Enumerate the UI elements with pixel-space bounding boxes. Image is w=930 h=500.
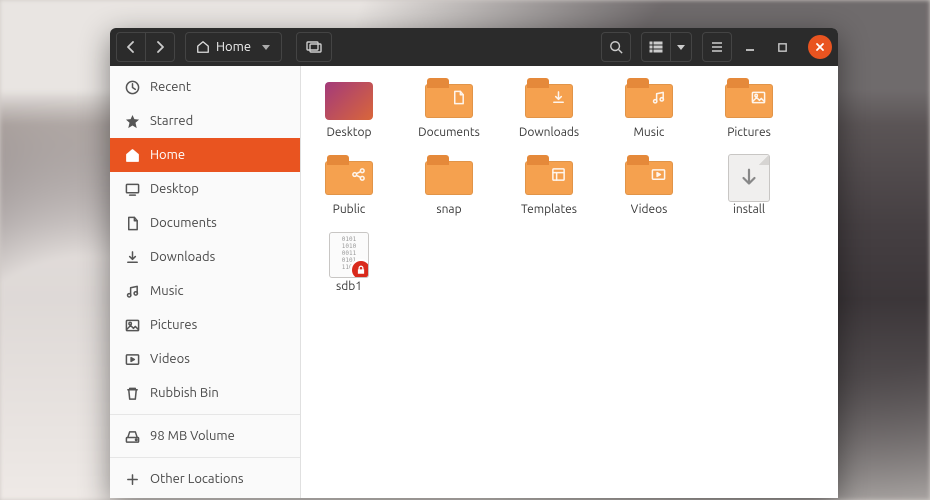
videos-icon: [651, 167, 667, 183]
desktop-folder-icon: [325, 82, 373, 120]
file-snap[interactable]: snap: [413, 157, 485, 216]
pictures-icon: [751, 90, 767, 106]
view-controls: [641, 32, 692, 62]
sidebar-item-label: Home: [150, 148, 185, 162]
forward-button[interactable]: [146, 33, 174, 61]
file-pictures[interactable]: Pictures: [713, 80, 785, 139]
trash-icon: [124, 385, 140, 401]
file-label: Documents: [418, 126, 480, 139]
sidebar-item-label: Rubbish Bin: [150, 386, 219, 400]
file-label: sdb1: [336, 280, 362, 293]
star-icon: [124, 113, 140, 129]
sidebar-item-volume[interactable]: 98 MB Volume: [110, 419, 300, 453]
file-label: Public: [333, 203, 366, 216]
home-icon: [124, 147, 140, 163]
sidebar-separator: [110, 457, 300, 458]
titlebar: Home: [110, 28, 838, 66]
folder-icon: [525, 84, 573, 118]
file-label: install: [733, 203, 765, 216]
file-label: Downloads: [519, 126, 579, 139]
file-label: Desktop: [326, 126, 371, 139]
chevron-down-icon: [261, 42, 271, 52]
folder-icon: [625, 84, 673, 118]
file-documents[interactable]: Documents: [413, 80, 485, 139]
sidebar-item-trash[interactable]: Rubbish Bin: [110, 376, 300, 410]
sidebar-item-label: Desktop: [150, 182, 199, 196]
sidebar-separator: [110, 414, 300, 415]
folder-icon: [425, 84, 473, 118]
file-label: Music: [634, 126, 665, 139]
close-button[interactable]: [808, 35, 832, 59]
file-desktop[interactable]: Desktop: [313, 80, 385, 139]
path-label: Home: [216, 40, 251, 54]
sidebar-item-label: Videos: [150, 352, 190, 366]
sidebar-item-recent[interactable]: Recent: [110, 70, 300, 104]
places-sidebar: Recent Starred Home Desktop Documents Downloa…: [110, 66, 301, 498]
sidebar-item-label: Pictures: [150, 318, 197, 332]
maximize-button[interactable]: [768, 33, 796, 61]
home-icon: [196, 40, 210, 54]
hamburger-menu-button[interactable]: [702, 32, 732, 62]
music-icon: [651, 90, 667, 106]
file-label: snap: [436, 203, 461, 216]
share-icon: [351, 167, 367, 183]
folder-icon: [425, 161, 473, 195]
view-options-button[interactable]: [671, 33, 691, 61]
nav-buttons: [116, 32, 175, 62]
plus-icon: [124, 471, 140, 487]
file-downloads[interactable]: Downloads: [513, 80, 585, 139]
sidebar-item-music[interactable]: Music: [110, 274, 300, 308]
sidebar-item-label: Other Locations: [150, 472, 244, 486]
documents-icon: [451, 90, 467, 106]
file-sdb1[interactable]: 0101 1010 0011 0101 1100 sdb1: [313, 234, 385, 293]
sidebar-item-other[interactable]: Other Locations: [110, 462, 300, 496]
sidebar-item-label: Music: [150, 284, 184, 298]
folder-icon: [625, 161, 673, 195]
path-bar[interactable]: Home: [185, 32, 282, 62]
sidebar-item-documents[interactable]: Documents: [110, 206, 300, 240]
file-label: Templates: [521, 203, 577, 216]
file-label: Videos: [631, 203, 668, 216]
folder-icon: [525, 161, 573, 195]
file-public[interactable]: Public: [313, 157, 385, 216]
script-file-icon: [728, 154, 770, 202]
sidebar-item-label: Documents: [150, 216, 217, 230]
new-tab-button[interactable]: [296, 32, 332, 62]
download-icon: [124, 249, 140, 265]
file-videos[interactable]: Videos: [613, 157, 685, 216]
templates-icon: [551, 167, 567, 183]
file-templates[interactable]: Templates: [513, 157, 585, 216]
sidebar-item-downloads[interactable]: Downloads: [110, 240, 300, 274]
pictures-icon: [124, 317, 140, 333]
folder-icon: [725, 84, 773, 118]
sidebar-item-label: Downloads: [150, 250, 215, 264]
drive-icon: [124, 428, 140, 444]
lock-icon: [350, 259, 369, 278]
download-icon: [551, 90, 567, 106]
sidebar-item-label: Starred: [150, 114, 193, 128]
file-label: Pictures: [727, 126, 771, 139]
nautilus-window: Home: [110, 28, 838, 498]
sidebar-item-desktop[interactable]: Desktop: [110, 172, 300, 206]
back-button[interactable]: [117, 33, 146, 61]
file-grid: Desktop Documents Downloads Music Pictures Pu…: [301, 66, 838, 498]
sidebar-item-pictures[interactable]: Pictures: [110, 308, 300, 342]
search-button[interactable]: [601, 32, 631, 62]
binary-file-icon: 0101 1010 0011 0101 1100: [329, 232, 369, 278]
minimize-button[interactable]: [736, 33, 764, 61]
sidebar-item-label: Recent: [150, 80, 191, 94]
videos-icon: [124, 351, 140, 367]
music-icon: [124, 283, 140, 299]
file-install[interactable]: install: [713, 157, 785, 216]
sidebar-item-videos[interactable]: Videos: [110, 342, 300, 376]
sidebar-item-starred[interactable]: Starred: [110, 104, 300, 138]
sidebar-item-label: 98 MB Volume: [150, 429, 235, 443]
desktop-icon: [124, 181, 140, 197]
file-music[interactable]: Music: [613, 80, 685, 139]
clock-icon: [124, 79, 140, 95]
view-list-button[interactable]: [642, 33, 671, 61]
folder-icon: [325, 161, 373, 195]
sidebar-item-home[interactable]: Home: [110, 138, 300, 172]
documents-icon: [124, 215, 140, 231]
